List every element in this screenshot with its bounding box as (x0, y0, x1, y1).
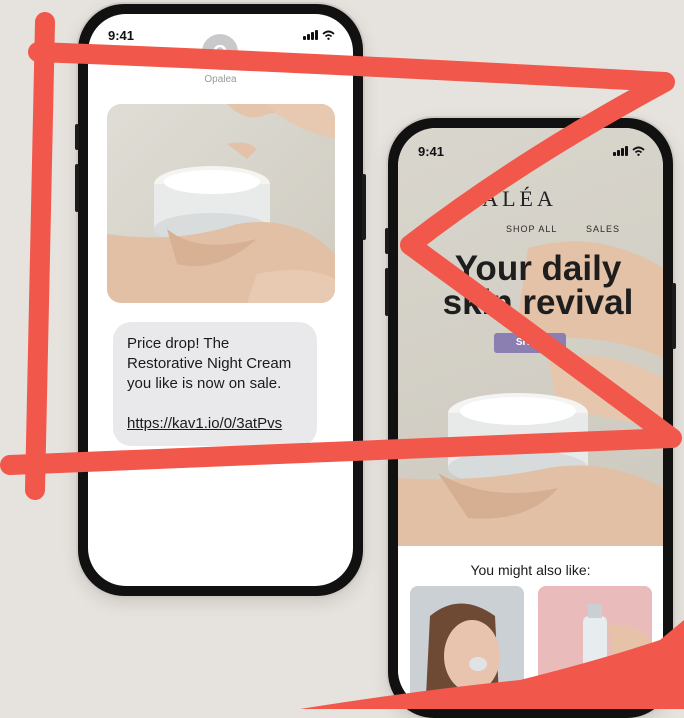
nav-shop-all[interactable]: SHOP ALL (506, 224, 557, 234)
brand-logo[interactable]: PALÉA (468, 186, 557, 212)
wifi-icon (632, 146, 645, 156)
website-phone: 9:41 PALÉA SHOP ALL SALES Your daily ski… (385, 118, 676, 718)
sms-message-link[interactable]: https://kav1.io/0/3atPvs (127, 415, 282, 432)
nav-sales[interactable]: SALES (586, 224, 620, 234)
sms-phone: 9:41 O Opalea Price drop! The Restorativ… (75, 4, 366, 596)
contact-avatar[interactable]: O (202, 34, 238, 70)
phone-side-button (362, 174, 366, 240)
status-icons (303, 30, 335, 40)
phone-side-button (385, 228, 389, 254)
serum-spray-image (538, 586, 652, 708)
status-icons (613, 146, 645, 156)
phone-side-button (672, 283, 676, 349)
sms-message-text: Price drop! The Restorative Night Cream … (127, 335, 292, 392)
status-time: 9:41 (108, 28, 135, 43)
mms-image[interactable] (107, 104, 335, 303)
wifi-icon (322, 30, 335, 40)
hero-title-line-2: skin revival (442, 283, 634, 322)
shop-now-button[interactable]: SHOP (494, 333, 566, 353)
phone-side-button (75, 124, 79, 150)
website-screen: 9:41 PALÉA SHOP ALL SALES Your daily ski… (398, 128, 663, 708)
signal-icon (613, 146, 628, 156)
hero-title-line-1: Your daily (454, 249, 622, 288)
signal-icon (303, 30, 318, 40)
sms-screen: 9:41 O Opalea Price drop! The Restorativ… (88, 14, 353, 586)
recommendations-title: You might also like: (470, 562, 591, 578)
face-model-image (410, 586, 524, 708)
product-card-face-mask[interactable] (410, 586, 524, 708)
contact-name: Opalea (204, 74, 237, 85)
status-time: 9:41 (418, 144, 445, 159)
hero-title: Your daily skin revival (418, 249, 658, 322)
night-cream-jar-image (107, 104, 335, 303)
phone-side-button (75, 164, 79, 212)
product-card-serum-spray[interactable] (538, 586, 652, 708)
phone-side-button (385, 268, 389, 316)
sms-message-bubble: Price drop! The Restorative Night Cream … (113, 322, 317, 446)
recommendations-section: You might also like: (398, 546, 663, 708)
